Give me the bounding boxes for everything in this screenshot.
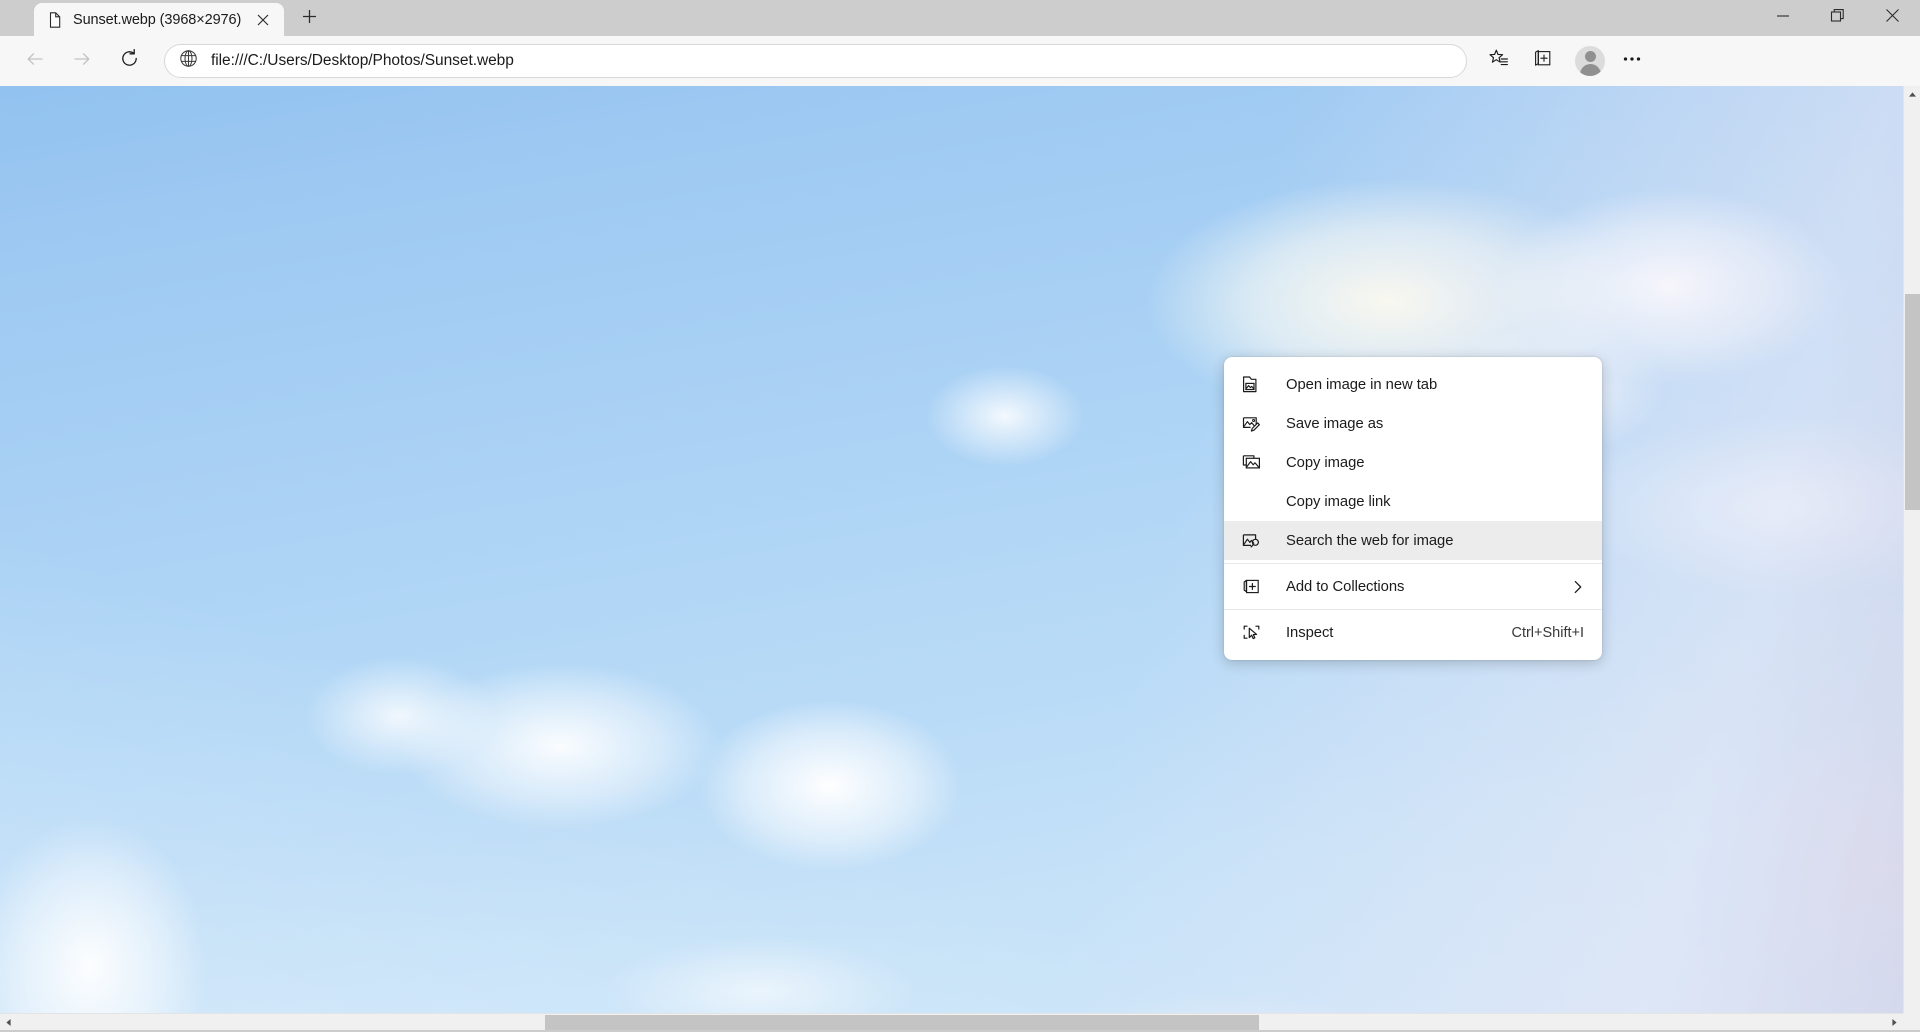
favorites-button[interactable]	[1479, 42, 1517, 80]
plus-icon	[302, 9, 317, 29]
refresh-button[interactable]	[110, 42, 148, 80]
menu-item-open-image-in-new-tab[interactable]: Open image in new tab	[1224, 365, 1602, 404]
menu-item-save-image-as[interactable]: Save image as	[1224, 404, 1602, 443]
page-content	[0, 86, 1903, 1013]
sky-haze-overlay	[0, 86, 1903, 1013]
forward-button[interactable]	[63, 42, 101, 80]
back-button[interactable]	[16, 42, 54, 80]
menu-item-add-to-collections[interactable]: Add to Collections	[1224, 567, 1602, 606]
menu-item-inspect[interactable]: Inspect Ctrl+Shift+I	[1224, 613, 1602, 652]
browser-tab-active[interactable]: Sunset.webp (3968×2976)	[34, 3, 284, 36]
avatar	[1575, 46, 1605, 76]
settings-and-more-button[interactable]	[1613, 42, 1651, 80]
browser-toolbar: file:///C:/Users/Desktop/Photos/Sunset.w…	[0, 36, 1920, 86]
scroll-up-button[interactable]	[1904, 86, 1920, 103]
arrow-left-icon	[25, 49, 45, 74]
menu-item-shortcut: Ctrl+Shift+I	[1511, 625, 1588, 641]
scrollbar-corner	[1903, 1013, 1920, 1030]
menu-item-label: Open image in new tab	[1268, 377, 1588, 393]
close-icon	[1885, 8, 1900, 28]
caret-up-icon	[1908, 86, 1917, 104]
ellipsis-icon	[1621, 48, 1643, 75]
menu-item-copy-image[interactable]: Copy image	[1224, 443, 1602, 482]
new-tab-button[interactable]	[290, 3, 328, 35]
address-bar[interactable]: file:///C:/Users/Desktop/Photos/Sunset.w…	[164, 44, 1467, 78]
minimize-button[interactable]	[1755, 0, 1810, 36]
menu-item-label: Search the web for image	[1268, 533, 1588, 549]
scroll-left-button[interactable]	[0, 1014, 17, 1031]
star-list-icon	[1488, 48, 1509, 74]
image-context-menu: Open image in new tab Save image as	[1224, 357, 1602, 660]
context-menu-group-devtools: Inspect Ctrl+Shift+I	[1224, 610, 1602, 655]
close-icon[interactable]	[250, 7, 276, 33]
open-image-new-tab-icon	[1242, 375, 1268, 394]
tab-title: Sunset.webp (3968×2976)	[73, 12, 241, 28]
menu-item-label: Copy image	[1268, 455, 1588, 471]
maximize-icon	[1830, 8, 1846, 29]
horizontal-scrollbar[interactable]	[0, 1013, 1903, 1030]
vertical-scrollbar[interactable]	[1903, 86, 1920, 1013]
menu-item-label: Add to Collections	[1268, 579, 1570, 595]
add-to-collections-icon	[1242, 577, 1268, 596]
inspect-icon	[1242, 623, 1268, 642]
caret-right-icon	[1890, 1014, 1899, 1032]
menu-item-label: Save image as	[1268, 416, 1588, 432]
search-image-icon	[1242, 531, 1268, 550]
scroll-right-button[interactable]	[1886, 1014, 1903, 1031]
collections-icon	[1532, 48, 1553, 74]
context-menu-group-collections: Add to Collections	[1224, 564, 1602, 609]
caret-left-icon	[4, 1014, 13, 1032]
menu-item-copy-image-link[interactable]: Copy image link	[1224, 482, 1602, 521]
profile-button[interactable]	[1567, 46, 1613, 76]
arrow-right-icon	[72, 49, 92, 74]
close-window-button[interactable]	[1865, 0, 1920, 36]
document-icon	[46, 11, 64, 29]
context-menu-group-image-actions: Open image in new tab Save image as	[1224, 362, 1602, 563]
title-bar: Sunset.webp (3968×2976)	[0, 0, 1920, 36]
address-bar-url: file:///C:/Users/Desktop/Photos/Sunset.w…	[211, 52, 514, 70]
maximize-button[interactable]	[1810, 0, 1865, 36]
save-image-icon	[1242, 414, 1268, 433]
menu-item-label: Inspect	[1268, 625, 1511, 641]
copy-image-icon	[1242, 453, 1268, 472]
globe-icon	[179, 49, 198, 73]
collections-button[interactable]	[1523, 42, 1561, 80]
vertical-scrollbar-thumb[interactable]	[1905, 294, 1920, 510]
menu-item-search-the-web-for-image[interactable]: Search the web for image	[1224, 521, 1602, 560]
menu-item-label: Copy image link	[1268, 494, 1588, 510]
minimize-icon	[1776, 9, 1790, 28]
reload-icon	[119, 48, 140, 74]
window-controls	[1755, 0, 1920, 36]
chevron-right-icon	[1570, 579, 1588, 595]
horizontal-scrollbar-thumb[interactable]	[545, 1015, 1259, 1030]
